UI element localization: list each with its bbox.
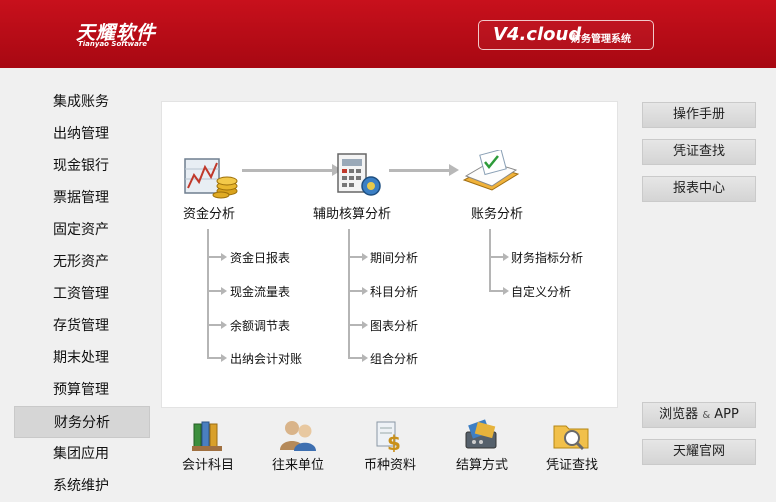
- sidebar-item-integrated-accounts[interactable]: 集成账务: [14, 86, 150, 118]
- quick-link-voucher-search[interactable]: 凭证查找: [537, 418, 607, 473]
- sidebar-item-financial-analysis[interactable]: 财务分析: [14, 406, 150, 438]
- quick-link-label: 结算方式: [455, 458, 508, 473]
- quick-link-currency[interactable]: $ 币种资料: [355, 418, 425, 473]
- voucher-search-button[interactable]: 凭证查找: [642, 139, 756, 165]
- link-combination-analysis[interactable]: 组合分析: [370, 350, 418, 367]
- sidebar-item-period-end[interactable]: 期末处理: [14, 342, 150, 374]
- link-subject-analysis[interactable]: 科目分析: [370, 283, 418, 300]
- browser-app-button[interactable]: 浏览器 & APP: [642, 402, 756, 428]
- flow-arrow-icon: [449, 164, 459, 176]
- branch-arrow-icon: [221, 287, 227, 295]
- branch-arrow-icon: [221, 253, 227, 261]
- sidebar-item-bills[interactable]: 票据管理: [14, 182, 150, 214]
- report-center-button[interactable]: 报表中心: [642, 176, 756, 202]
- tree-line: [489, 229, 491, 290]
- tree-branch: [348, 324, 362, 326]
- tree-branch: [348, 290, 362, 292]
- quick-link-label: 币种资料: [363, 458, 416, 473]
- app-header: 天耀软件 Tianyao Software V4.cloud 财务管理系统: [0, 0, 776, 68]
- sidebar-item-group[interactable]: 集团应用: [14, 438, 150, 470]
- sidebar-item-payroll[interactable]: 工资管理: [14, 278, 150, 310]
- link-chart-analysis[interactable]: 图表分析: [370, 317, 418, 334]
- product-name: 财务管理系统: [571, 34, 631, 45]
- flow-connector: [242, 169, 334, 172]
- branch-arrow-icon: [362, 253, 368, 261]
- tree-branch: [207, 324, 221, 326]
- link-cash-flow-statement[interactable]: 现金流量表: [230, 283, 290, 300]
- svg-text:$: $: [387, 431, 401, 452]
- quick-link-contacts[interactable]: 往来单位: [263, 418, 333, 473]
- tree-line: [207, 229, 209, 357]
- quick-link-label: 会计科目: [181, 458, 234, 473]
- currency-icon: $: [376, 421, 401, 452]
- folder-search-icon: [553, 425, 589, 451]
- link-custom-analysis[interactable]: 自定义分析: [511, 283, 571, 300]
- module-auxiliary-analysis[interactable]: 辅助核算分析: [313, 203, 391, 222]
- branch-arrow-icon: [221, 354, 227, 362]
- tree-branch: [207, 290, 221, 292]
- module-accounting-analysis[interactable]: 账务分析: [471, 203, 523, 222]
- sidebar-item-cashier[interactable]: 出纳管理: [14, 118, 150, 150]
- module-fund-analysis[interactable]: 资金分析: [183, 203, 235, 222]
- link-financial-indicators[interactable]: 财务指标分析: [511, 249, 583, 266]
- tree-branch: [207, 256, 221, 258]
- tree-line: [348, 229, 350, 357]
- tree-branch: [489, 256, 503, 258]
- branch-arrow-icon: [221, 321, 227, 329]
- quick-link-settlement[interactable]: 结算方式: [447, 418, 517, 473]
- branch-arrow-icon: [362, 354, 368, 362]
- sidebar-item-intangible-assets[interactable]: 无形资产: [14, 246, 150, 278]
- users-icon: [280, 421, 316, 451]
- operation-manual-button[interactable]: 操作手册: [642, 102, 756, 128]
- binders-icon: [192, 421, 222, 451]
- version-badge: V4.cloud 财务管理系统: [478, 20, 654, 50]
- sidebar-item-budget[interactable]: 预算管理: [14, 374, 150, 406]
- official-site-button[interactable]: 天耀官网: [642, 439, 756, 465]
- sidebar-menu: 集成账务 出纳管理 现金银行 票据管理 固定资产 无形资产 工资管理 存货管理 …: [14, 86, 150, 502]
- sidebar-item-inventory[interactable]: 存货管理: [14, 310, 150, 342]
- app-label: APP: [714, 407, 739, 422]
- payment-icon: [465, 419, 497, 449]
- analysis-panel: 资金分析 辅助核算分析 账务分析 资金日报表 现金流量表 余额调节表 出纳会计对…: [161, 101, 618, 408]
- link-daily-fund-report[interactable]: 资金日报表: [230, 249, 290, 266]
- version-label: V4.cloud: [493, 24, 582, 45]
- tree-branch: [207, 357, 221, 359]
- quick-link-label: 凭证查找: [545, 458, 598, 473]
- link-period-analysis[interactable]: 期间分析: [370, 249, 418, 266]
- link-cashier-accounting-check[interactable]: 出纳会计对账: [230, 350, 302, 367]
- browser-label: 浏览器: [659, 407, 699, 422]
- branch-arrow-icon: [362, 287, 368, 295]
- sidebar-item-fixed-assets[interactable]: 固定资产: [14, 214, 150, 246]
- branch-arrow-icon: [503, 253, 509, 261]
- ampersand-label: &: [702, 410, 711, 421]
- fund-chart-coins-icon[interactable]: [183, 155, 239, 203]
- quick-link-label: 往来单位: [271, 458, 324, 473]
- logo-subtext: Tianyao Software: [78, 40, 148, 48]
- quick-link-accounting-subjects[interactable]: 会计科目: [173, 418, 243, 473]
- tree-branch: [348, 357, 362, 359]
- branch-arrow-icon: [503, 287, 509, 295]
- flow-connector: [389, 169, 451, 172]
- sidebar-item-system-maintenance[interactable]: 系统维护: [14, 470, 150, 502]
- tree-branch: [348, 256, 362, 258]
- ledger-book-icon[interactable]: [460, 148, 522, 200]
- sidebar-item-cash-bank[interactable]: 现金银行: [14, 150, 150, 182]
- calculator-document-icon[interactable]: [334, 148, 384, 202]
- branch-arrow-icon: [362, 321, 368, 329]
- link-reconciliation-statement[interactable]: 余额调节表: [230, 317, 290, 334]
- tree-branch: [489, 290, 503, 292]
